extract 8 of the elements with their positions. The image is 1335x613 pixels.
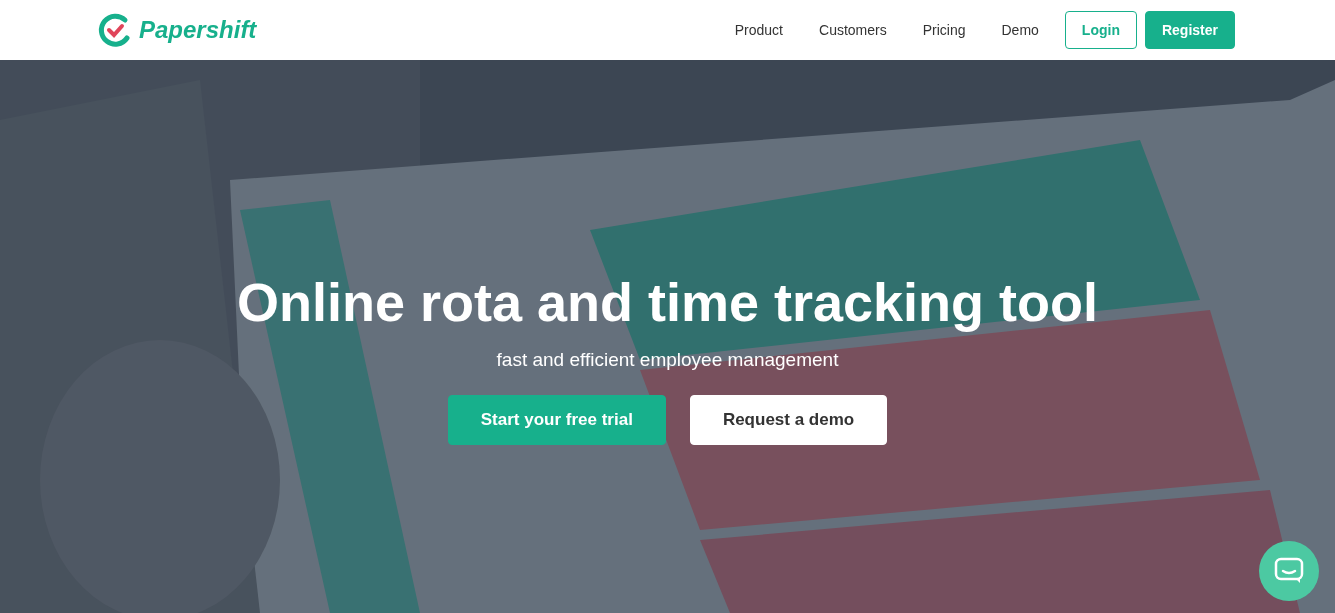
hero-title: Online rota and time tracking tool	[236, 271, 1099, 334]
nav-link[interactable]: Pricing	[922, 19, 966, 41]
hero-button[interactable]: Request a demo	[689, 394, 888, 445]
hero-subtitle: fast and efficient employee management	[496, 348, 839, 372]
nav-link[interactable]: Customers	[819, 19, 887, 41]
nav-link[interactable]: Demo	[1001, 19, 1039, 41]
chat-icon	[1274, 557, 1304, 585]
nav-link[interactable]: Product	[734, 19, 783, 41]
